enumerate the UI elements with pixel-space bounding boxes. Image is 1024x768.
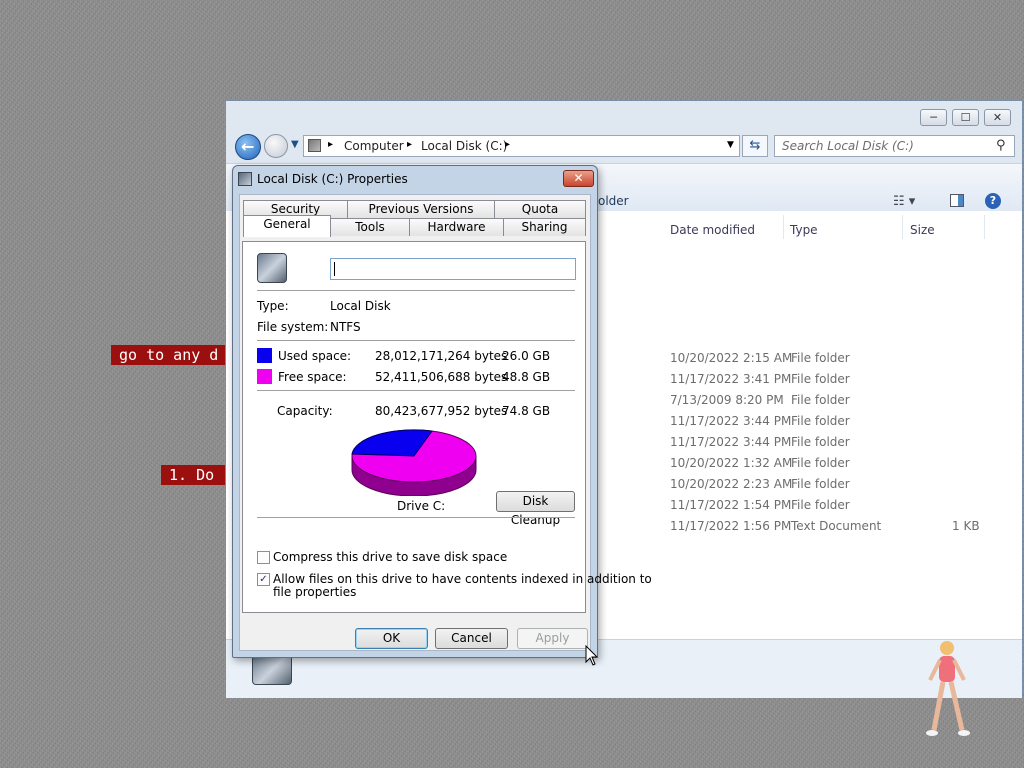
used-space-gb: 26.0 GB (502, 349, 551, 363)
row-type: File folder (791, 351, 850, 365)
row-type: Text Document (791, 519, 882, 533)
refresh-button[interactable]: ⇆ (742, 135, 768, 157)
row-date: 7/13/2009 8:20 PM (670, 393, 784, 407)
computer-icon (308, 139, 321, 152)
compress-checkbox[interactable] (257, 551, 270, 564)
tab-previous-versions[interactable]: Previous Versions (347, 200, 495, 218)
drive-icon (252, 655, 292, 685)
compress-label[interactable]: Compress this drive to save disk space (273, 550, 507, 564)
row-type: File folder (791, 393, 850, 407)
row-date: 10/20/2022 1:32 AM (670, 456, 793, 470)
row-date: 11/17/2022 1:56 PM (670, 519, 792, 533)
divider (257, 517, 575, 518)
disk-cleanup-button[interactable]: Disk Cleanup (496, 491, 575, 527)
tab-sharing[interactable]: Sharing (503, 218, 586, 236)
drive-title-icon (238, 172, 252, 186)
breadcrumb-separator-icon: ▸ (407, 139, 413, 150)
refresh-icon: ⇆ (749, 138, 761, 153)
back-arrow-icon: ← (241, 137, 255, 156)
column-header-size[interactable]: Size (910, 223, 935, 237)
row-type: File folder (791, 372, 850, 386)
row-type: File folder (791, 435, 850, 449)
properties-dialog: Local Disk (C:) Properties ✕ Security Pr… (232, 165, 652, 658)
ok-button[interactable]: OK (355, 628, 428, 649)
column-divider[interactable] (984, 215, 985, 239)
maximize-button[interactable]: ☐ (952, 109, 979, 126)
file-system-value: NTFS (330, 320, 361, 334)
capacity-label: Capacity: (277, 404, 333, 418)
close-button[interactable]: ✕ (984, 109, 1011, 126)
help-icon[interactable]: ? (985, 193, 1001, 209)
tab-quota[interactable]: Quota (494, 200, 586, 218)
desktop-banner-1: go to any d (111, 345, 241, 365)
divider (257, 290, 575, 291)
breadcrumb-local-disk[interactable]: Local Disk (C:) (421, 139, 507, 153)
file-system-label: File system: (257, 320, 329, 334)
dialog-close-button[interactable]: ✕ (563, 170, 594, 187)
row-size: 1 KB (952, 519, 980, 533)
apply-button[interactable]: Apply (517, 628, 588, 649)
type-label: Type: (257, 299, 289, 313)
free-space-swatch (257, 369, 272, 384)
recent-pages-dropdown-icon[interactable]: ▼ (291, 139, 299, 150)
breadcrumb-computer[interactable]: Computer (344, 139, 404, 153)
tab-hardware[interactable]: Hardware (409, 218, 504, 236)
preview-pane-icon[interactable] (950, 194, 964, 207)
column-divider[interactable] (902, 215, 903, 239)
row-type: File folder (791, 414, 850, 428)
address-dropdown-icon[interactable]: ▼ (727, 140, 734, 150)
used-space-swatch (257, 348, 272, 363)
cancel-button[interactable]: Cancel (435, 628, 508, 649)
dialog-body: Security Previous Versions Quota General… (239, 194, 652, 651)
free-space-bytes: 52,411,506,688 bytes (375, 370, 508, 384)
index-label-line2[interactable]: file properties (273, 585, 356, 599)
row-type: File folder (791, 498, 850, 512)
column-divider[interactable] (783, 215, 784, 239)
desktop-character-figure (926, 641, 970, 736)
back-button[interactable]: ← (235, 134, 261, 160)
tab-general[interactable]: General (243, 215, 331, 237)
general-tab-panel: Type: Local Disk File system: NTFS Used … (242, 241, 652, 613)
view-options-icon[interactable]: ☷ ▾ (893, 194, 915, 209)
type-value: Local Disk (330, 299, 391, 313)
divider (257, 390, 575, 391)
forward-button[interactable] (264, 134, 288, 158)
dialog-title: Local Disk (C:) Properties (257, 172, 408, 186)
row-date: 11/17/2022 3:41 PM (670, 372, 792, 386)
search-placeholder: Search Local Disk (C:) (782, 139, 914, 153)
capacity-bytes: 80,423,677,952 bytes (375, 404, 508, 418)
drive-label: Drive C: (397, 499, 446, 513)
row-date: 10/20/2022 2:23 AM (670, 477, 793, 491)
row-date: 11/17/2022 3:44 PM (670, 435, 792, 449)
minimize-button[interactable]: ─ (920, 109, 947, 126)
free-space-label: Free space: (278, 370, 347, 384)
toolbar-partial-label[interactable]: older (598, 194, 629, 208)
address-bar[interactable]: ▸ Computer ▸ Local Disk (C:) ▸ ▼ (303, 135, 740, 157)
breadcrumb-separator-icon: ▸ (505, 139, 511, 150)
breadcrumb-separator-icon: ▸ (328, 139, 334, 150)
divider (257, 340, 575, 341)
used-space-bytes: 28,012,171,264 bytes (375, 349, 508, 363)
drive-icon (257, 253, 287, 283)
mouse-cursor-icon (585, 645, 599, 666)
used-space-label: Used space: (278, 349, 352, 363)
row-date: 11/17/2022 3:44 PM (670, 414, 792, 428)
tab-tools[interactable]: Tools (330, 218, 410, 236)
column-header-type[interactable]: Type (790, 223, 818, 237)
row-type: File folder (791, 477, 850, 491)
text-caret (334, 262, 335, 276)
disk-usage-pie (351, 429, 477, 496)
free-space-gb: 48.8 GB (502, 370, 551, 384)
search-input[interactable]: Search Local Disk (C:) ⚲ (774, 135, 1015, 157)
index-label-line1[interactable]: Allow files on this drive to have conten… (273, 572, 652, 586)
row-type: File folder (791, 456, 850, 470)
row-date: 10/20/2022 2:15 AM (670, 351, 793, 365)
search-icon[interactable]: ⚲ (996, 138, 1006, 153)
row-date: 11/17/2022 1:54 PM (670, 498, 792, 512)
index-checkbox[interactable]: ✓ (257, 573, 270, 586)
capacity-gb: 74.8 GB (502, 404, 551, 418)
drive-name-input[interactable] (330, 258, 576, 280)
column-header-date[interactable]: Date modified (670, 223, 755, 237)
